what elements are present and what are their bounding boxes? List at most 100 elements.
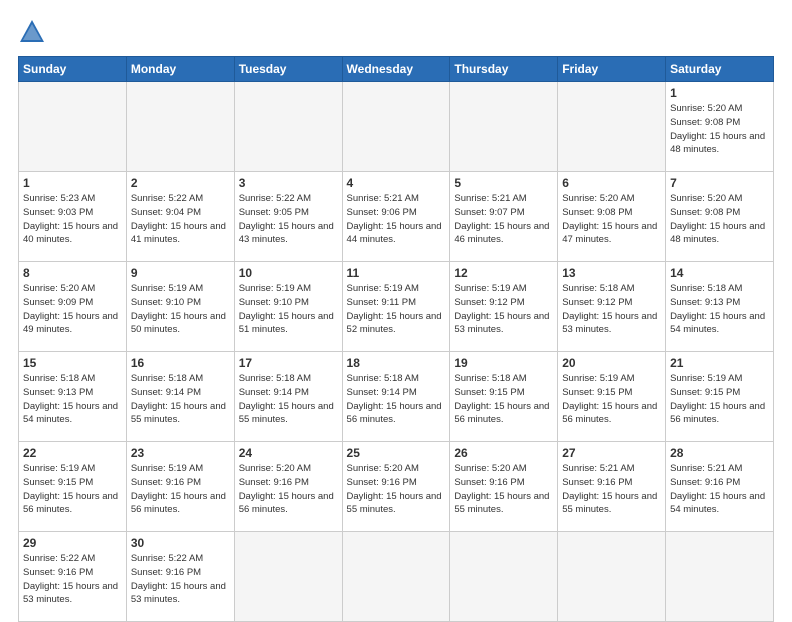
calendar-col-monday: Monday: [126, 57, 234, 82]
calendar-col-friday: Friday: [558, 57, 666, 82]
calendar-cell: [342, 82, 450, 172]
day-info: Sunrise: 5:22 AMSunset: 9:16 PMDaylight:…: [23, 552, 122, 607]
day-number: 3: [239, 176, 338, 190]
header: [18, 18, 774, 46]
day-number: 28: [670, 446, 769, 460]
calendar-cell: 13 Sunrise: 5:18 AMSunset: 9:12 PMDayligh…: [558, 262, 666, 352]
calendar-cell: 26 Sunrise: 5:20 AMSunset: 9:16 PMDayligh…: [450, 442, 558, 532]
day-number: 29: [23, 536, 122, 550]
calendar-cell: 27 Sunrise: 5:21 AMSunset: 9:16 PMDayligh…: [558, 442, 666, 532]
day-info: Sunrise: 5:19 AMSunset: 9:15 PMDaylight:…: [670, 372, 769, 427]
calendar-cell: 2 Sunrise: 5:22 AMSunset: 9:04 PMDaylight…: [126, 172, 234, 262]
day-number: 1: [23, 176, 122, 190]
calendar-header-row: SundayMondayTuesdayWednesdayThursdayFrid…: [19, 57, 774, 82]
day-number: 20: [562, 356, 661, 370]
day-number: 9: [131, 266, 230, 280]
calendar-cell: 6 Sunrise: 5:20 AMSunset: 9:08 PMDaylight…: [558, 172, 666, 262]
day-info: Sunrise: 5:18 AMSunset: 9:14 PMDaylight:…: [239, 372, 338, 427]
day-number: 4: [347, 176, 446, 190]
logo-icon: [18, 18, 46, 46]
day-info: Sunrise: 5:19 AMSunset: 9:10 PMDaylight:…: [131, 282, 230, 337]
day-info: Sunrise: 5:20 AMSunset: 9:08 PMDaylight:…: [562, 192, 661, 247]
day-number: 23: [131, 446, 230, 460]
calendar-week-3: 15Sunrise: 5:18 AMSunset: 9:13 PMDayligh…: [19, 352, 774, 442]
day-number: 11: [347, 266, 446, 280]
day-info: Sunrise: 5:21 AMSunset: 9:06 PMDaylight:…: [347, 192, 446, 247]
day-info: Sunrise: 5:20 AMSunset: 9:08 PMDaylight:…: [670, 192, 769, 247]
day-info: Sunrise: 5:19 AMSunset: 9:11 PMDaylight:…: [347, 282, 446, 337]
day-info: Sunrise: 5:21 AMSunset: 9:07 PMDaylight:…: [454, 192, 553, 247]
calendar-cell: 25Sunrise: 5:20 AMSunset: 9:16 PMDayligh…: [342, 442, 450, 532]
day-number: 6: [562, 176, 661, 190]
calendar-cell: 29 Sunrise: 5:22 AMSunset: 9:16 PMDayligh…: [19, 532, 127, 622]
calendar-cell: 5Sunrise: 5:21 AMSunset: 9:07 PMDaylight…: [450, 172, 558, 262]
day-info: Sunrise: 5:18 AMSunset: 9:14 PMDaylight:…: [347, 372, 446, 427]
day-info: Sunrise: 5:18 AMSunset: 9:13 PMDaylight:…: [670, 282, 769, 337]
day-info: Sunrise: 5:18 AMSunset: 9:14 PMDaylight:…: [131, 372, 230, 427]
day-number: 13: [562, 266, 661, 280]
calendar-cell: 22Sunrise: 5:19 AMSunset: 9:15 PMDayligh…: [19, 442, 127, 532]
day-number: 2: [131, 176, 230, 190]
day-info: Sunrise: 5:19 AMSunset: 9:15 PMDaylight:…: [23, 462, 122, 517]
calendar-cell: [234, 532, 342, 622]
calendar-cell: [19, 82, 127, 172]
calendar-cell: 19 Sunrise: 5:18 AMSunset: 9:15 PMDayligh…: [450, 352, 558, 442]
day-info: Sunrise: 5:20 AMSunset: 9:16 PMDaylight:…: [239, 462, 338, 517]
day-number: 27: [562, 446, 661, 460]
calendar-cell: [342, 532, 450, 622]
calendar-cell: 16 Sunrise: 5:18 AMSunset: 9:14 PMDayligh…: [126, 352, 234, 442]
calendar-cell: 21 Sunrise: 5:19 AMSunset: 9:15 PMDayligh…: [666, 352, 774, 442]
day-info: Sunrise: 5:20 AMSunset: 9:08 PMDaylight:…: [670, 102, 769, 157]
calendar-cell: 28 Sunrise: 5:21 AMSunset: 9:16 PMDayligh…: [666, 442, 774, 532]
page: SundayMondayTuesdayWednesdayThursdayFrid…: [0, 0, 792, 612]
calendar-week-2: 8 Sunrise: 5:20 AMSunset: 9:09 PMDaylight…: [19, 262, 774, 352]
calendar-col-thursday: Thursday: [450, 57, 558, 82]
day-info: Sunrise: 5:21 AMSunset: 9:16 PMDaylight:…: [670, 462, 769, 517]
day-info: Sunrise: 5:23 AMSunset: 9:03 PMDaylight:…: [23, 192, 122, 247]
day-number: 24: [239, 446, 338, 460]
day-number: 17: [239, 356, 338, 370]
day-number: 8: [23, 266, 122, 280]
day-info: Sunrise: 5:18 AMSunset: 9:13 PMDaylight:…: [23, 372, 122, 427]
calendar-cell: 14Sunrise: 5:18 AMSunset: 9:13 PMDayligh…: [666, 262, 774, 352]
day-number: 30: [131, 536, 230, 550]
calendar-cell: 30 Sunrise: 5:22 AMSunset: 9:16 PMDayligh…: [126, 532, 234, 622]
calendar-table: SundayMondayTuesdayWednesdayThursdayFrid…: [18, 56, 774, 622]
day-number: 16: [131, 356, 230, 370]
calendar-cell: 18Sunrise: 5:18 AMSunset: 9:14 PMDayligh…: [342, 352, 450, 442]
calendar-cell: 4 Sunrise: 5:21 AMSunset: 9:06 PMDaylight…: [342, 172, 450, 262]
calendar-col-wednesday: Wednesday: [342, 57, 450, 82]
calendar-cell: [450, 532, 558, 622]
calendar-col-saturday: Saturday: [666, 57, 774, 82]
calendar-week-4: 22Sunrise: 5:19 AMSunset: 9:15 PMDayligh…: [19, 442, 774, 532]
day-info: Sunrise: 5:22 AMSunset: 9:16 PMDaylight:…: [131, 552, 230, 607]
day-number: 10: [239, 266, 338, 280]
calendar-cell: 20 Sunrise: 5:19 AMSunset: 9:15 PMDayligh…: [558, 352, 666, 442]
day-info: Sunrise: 5:18 AMSunset: 9:12 PMDaylight:…: [562, 282, 661, 337]
day-number: 19: [454, 356, 553, 370]
day-info: Sunrise: 5:20 AMSunset: 9:16 PMDaylight:…: [347, 462, 446, 517]
day-info: Sunrise: 5:19 AMSunset: 9:12 PMDaylight:…: [454, 282, 553, 337]
day-info: Sunrise: 5:18 AMSunset: 9:15 PMDaylight:…: [454, 372, 553, 427]
calendar-cell: 15Sunrise: 5:18 AMSunset: 9:13 PMDayligh…: [19, 352, 127, 442]
calendar-cell: 17 Sunrise: 5:18 AMSunset: 9:14 PMDayligh…: [234, 352, 342, 442]
calendar-cell: [558, 82, 666, 172]
calendar-week-0: 1 Sunrise: 5:20 AMSunset: 9:08 PMDaylight…: [19, 82, 774, 172]
calendar-cell: [126, 82, 234, 172]
day-number: 26: [454, 446, 553, 460]
calendar-cell: 7Sunrise: 5:20 AMSunset: 9:08 PMDaylight…: [666, 172, 774, 262]
day-info: Sunrise: 5:22 AMSunset: 9:04 PMDaylight:…: [131, 192, 230, 247]
calendar-cell: 11 Sunrise: 5:19 AMSunset: 9:11 PMDayligh…: [342, 262, 450, 352]
calendar-cell: 9 Sunrise: 5:19 AMSunset: 9:10 PMDaylight…: [126, 262, 234, 352]
day-number: 21: [670, 356, 769, 370]
calendar-cell: 24 Sunrise: 5:20 AMSunset: 9:16 PMDayligh…: [234, 442, 342, 532]
logo: [18, 18, 50, 46]
calendar-cell: 1 Sunrise: 5:23 AMSunset: 9:03 PMDaylight…: [19, 172, 127, 262]
day-info: Sunrise: 5:20 AMSunset: 9:16 PMDaylight:…: [454, 462, 553, 517]
calendar-cell: [234, 82, 342, 172]
day-info: Sunrise: 5:19 AMSunset: 9:15 PMDaylight:…: [562, 372, 661, 427]
day-number: 1: [670, 86, 769, 100]
day-info: Sunrise: 5:21 AMSunset: 9:16 PMDaylight:…: [562, 462, 661, 517]
day-info: Sunrise: 5:20 AMSunset: 9:09 PMDaylight:…: [23, 282, 122, 337]
calendar-col-tuesday: Tuesday: [234, 57, 342, 82]
